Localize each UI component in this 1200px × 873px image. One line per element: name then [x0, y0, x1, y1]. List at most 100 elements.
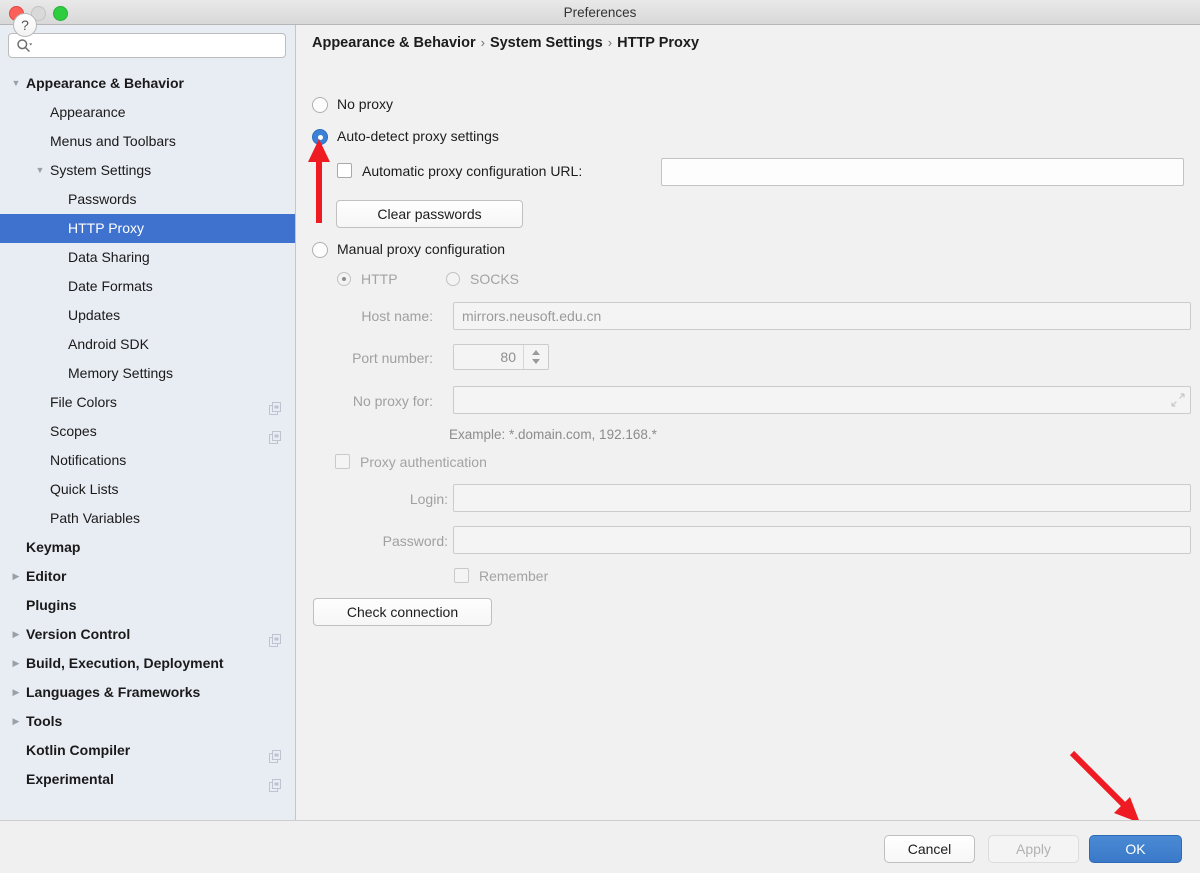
sidebar-item-menus-and-toolbars[interactable]: Menus and Toolbars	[0, 127, 295, 156]
label-login: Login:	[409, 491, 448, 507]
search-input[interactable]	[37, 34, 281, 59]
chevron-right-icon[interactable]: ▶	[10, 678, 22, 707]
port-number-stepper[interactable]	[523, 345, 548, 369]
sidebar-item-quick-lists[interactable]: Quick Lists	[0, 475, 295, 504]
apply-button[interactable]: Apply	[988, 835, 1079, 863]
label-remember: Remember	[479, 568, 549, 584]
sidebar-item-label: Build, Execution, Deployment	[26, 655, 224, 671]
sidebar-item-scopes[interactable]: Scopes	[0, 417, 295, 446]
chevron-right-icon[interactable]: ▶	[10, 562, 22, 591]
sidebar-item-notifications[interactable]: Notifications	[0, 446, 295, 475]
sidebar-item-label: Editor	[26, 568, 67, 584]
sidebar-item-label: Appearance	[50, 104, 126, 120]
sidebar-item-label: Appearance & Behavior	[26, 75, 184, 91]
label-automatic-proxy-configuration-url: Automatic proxy configuration URL:	[362, 163, 583, 179]
sidebar-item-keymap[interactable]: Keymap	[0, 533, 295, 562]
chevron-down-icon[interactable]: ▼	[34, 156, 46, 185]
sidebar-item-label: Updates	[68, 307, 121, 323]
window-title: Preferences	[563, 5, 637, 20]
label-protocol-http: HTTP	[361, 271, 398, 287]
breadcrumb-item: Appearance & Behavior	[312, 35, 476, 51]
radio-manual-proxy-configuration[interactable]	[312, 242, 328, 258]
input-login[interactable]	[453, 484, 1191, 512]
label-port-number: Port number:	[352, 350, 433, 366]
radio-protocol-http[interactable]	[337, 272, 351, 286]
sidebar-item-label: Experimental	[26, 771, 114, 787]
sidebar-item-passwords[interactable]: Passwords	[0, 185, 295, 214]
sidebar-item-kotlin-compiler[interactable]: Kotlin Compiler	[0, 736, 295, 765]
sidebar-item-appearance-behavior[interactable]: ▼ Appearance & Behavior	[0, 69, 295, 98]
settings-sidebar: ▼ Appearance & Behavior Appearance Menus an…	[0, 25, 296, 820]
help-button[interactable]: ?	[13, 13, 37, 37]
label-host-name: Host name:	[361, 308, 433, 324]
sidebar-item-label: Keymap	[26, 539, 81, 555]
ok-button[interactable]: OK	[1089, 835, 1182, 863]
sidebar-item-label: Memory Settings	[68, 365, 174, 381]
search-icon	[16, 38, 33, 54]
radio-protocol-socks[interactable]	[446, 272, 460, 286]
project-scope-icon	[269, 396, 282, 415]
sidebar-item-label: Plugins	[26, 597, 77, 613]
breadcrumb-item: System Settings	[489, 35, 603, 51]
label-no-proxy-for: No proxy for:	[352, 393, 433, 409]
sidebar-item-path-variables[interactable]: Path Variables	[0, 504, 295, 533]
project-scope-icon	[269, 744, 282, 763]
sidebar-item-languages-frameworks[interactable]: ▶ Languages & Frameworks	[0, 678, 295, 707]
breadcrumb: Appearance & Behavior › System Settings › HT…	[312, 35, 699, 51]
preferences-dialog: Preferences ▼ Appearance & Behavior Appear…	[0, 0, 1200, 873]
sidebar-item-updates[interactable]: Updates	[0, 301, 295, 330]
input-host-name[interactable]	[453, 302, 1191, 330]
cancel-button[interactable]: Cancel	[884, 835, 975, 863]
sidebar-item-build-execution-deployment[interactable]: ▶ Build, Execution, Deployment	[0, 649, 295, 678]
sidebar-item-label: Path Variables	[50, 510, 141, 526]
chevron-right-icon[interactable]: ▶	[10, 707, 22, 736]
label-protocol-socks: SOCKS	[470, 271, 520, 287]
sidebar-item-system-settings[interactable]: ▼ System Settings	[0, 156, 295, 185]
project-scope-icon	[269, 773, 282, 792]
annotation-arrow-down-right	[1062, 743, 1162, 820]
breadcrumb-separator: ›	[480, 35, 485, 50]
project-scope-icon	[269, 425, 282, 444]
label-password: Password:	[382, 533, 448, 549]
checkbox-remember[interactable]	[454, 568, 469, 583]
sidebar-item-label: Notifications	[50, 452, 127, 468]
sidebar-item-plugins[interactable]: Plugins	[0, 591, 295, 620]
sidebar-item-file-colors[interactable]: File Colors	[0, 388, 295, 417]
http-proxy-panel: Appearance & Behavior › System Settings › HT…	[297, 25, 1200, 820]
sidebar-item-label: HTTP Proxy	[68, 220, 144, 236]
sidebar-item-label: Menus and Toolbars	[50, 133, 176, 149]
expand-field-icon[interactable]	[1171, 393, 1185, 407]
label-auto-detect-proxy: Auto-detect proxy settings	[337, 128, 499, 144]
sidebar-item-tools[interactable]: ▶ Tools	[0, 707, 295, 736]
sidebar-item-label: Version Control	[26, 626, 131, 642]
sidebar-item-appearance[interactable]: Appearance	[0, 98, 295, 127]
sidebar-item-android-sdk[interactable]: Android SDK	[0, 330, 295, 359]
sidebar-item-experimental[interactable]: Experimental	[0, 765, 295, 794]
chevron-right-icon[interactable]: ▶	[10, 620, 22, 649]
chevron-down-icon[interactable]: ▼	[10, 69, 22, 98]
input-no-proxy-for[interactable]	[453, 386, 1191, 414]
clear-passwords-button[interactable]: Clear passwords	[336, 200, 523, 228]
chevron-right-icon[interactable]: ▶	[10, 649, 22, 678]
radio-auto-detect-proxy[interactable]	[312, 129, 328, 145]
sidebar-item-memory-settings[interactable]: Memory Settings	[0, 359, 295, 388]
input-automatic-proxy-configuration-url[interactable]	[661, 158, 1184, 186]
input-port-number[interactable]: 80	[453, 344, 549, 370]
radio-no-proxy[interactable]	[312, 97, 328, 113]
search-box[interactable]	[8, 33, 286, 59]
checkbox-proxy-authentication[interactable]	[335, 454, 350, 469]
input-password[interactable]	[453, 526, 1191, 554]
sidebar-item-data-sharing[interactable]: Data Sharing	[0, 243, 295, 272]
window-titlebar: Preferences	[0, 0, 1200, 25]
sidebar-item-label: Kotlin Compiler	[26, 742, 131, 758]
checkbox-automatic-proxy-configuration-url[interactable]	[337, 163, 352, 178]
sidebar-item-version-control[interactable]: ▶ Version Control	[0, 620, 295, 649]
sidebar-item-editor[interactable]: ▶ Editor	[0, 562, 295, 591]
sidebar-item-label: Scopes	[50, 423, 97, 439]
sidebar-item-date-formats[interactable]: Date Formats	[0, 272, 295, 301]
check-connection-button[interactable]: Check connection	[313, 598, 492, 626]
sidebar-item-http-proxy[interactable]: HTTP Proxy	[0, 214, 295, 243]
sidebar-item-label: System Settings	[50, 162, 152, 178]
sidebar-item-label: Quick Lists	[50, 481, 119, 497]
sidebar-item-label: Android SDK	[68, 336, 149, 352]
